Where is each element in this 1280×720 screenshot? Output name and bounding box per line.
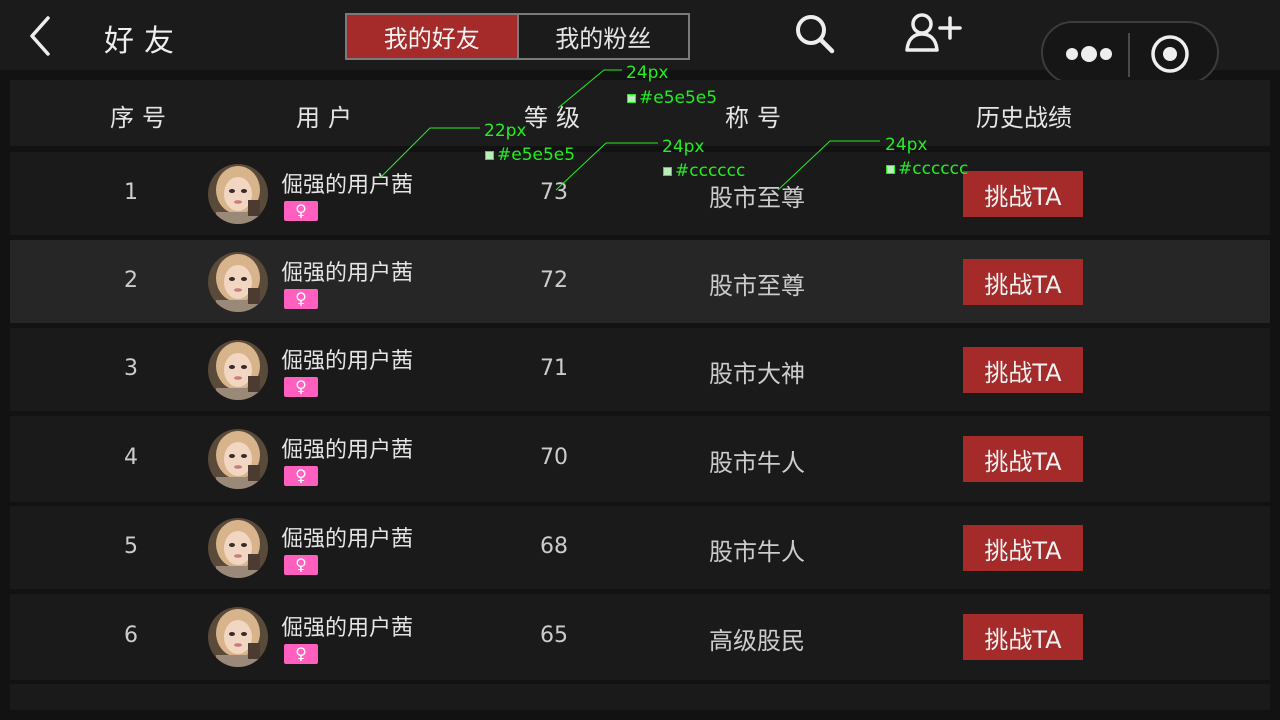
avatar-image xyxy=(208,429,268,489)
user-level: 71 xyxy=(540,356,568,381)
add-friend-button[interactable] xyxy=(904,12,966,54)
color-swatch-icon xyxy=(886,164,895,174)
avatar-image xyxy=(208,252,268,312)
avatar[interactable] xyxy=(208,429,268,489)
row-index: 4 xyxy=(124,445,138,470)
list-footer xyxy=(10,684,1270,710)
female-icon: ♀ xyxy=(284,201,318,221)
challenge-button[interactable]: 挑战TA xyxy=(963,347,1083,393)
color-swatch-icon xyxy=(627,93,636,103)
friend-tabs: 我的好友 我的粉丝 xyxy=(345,13,690,60)
avatar[interactable] xyxy=(208,252,268,312)
annotation-color: #e5e5e5 xyxy=(627,88,717,108)
back-icon xyxy=(30,16,50,56)
row-index: 5 xyxy=(124,534,138,559)
avatar[interactable] xyxy=(208,518,268,578)
header-index: 序号 xyxy=(110,104,174,132)
avatar-image xyxy=(208,607,268,667)
top-bar: 好友 我的好友 我的粉丝 xyxy=(0,0,1280,84)
challenge-button[interactable]: 挑战TA xyxy=(963,259,1083,305)
user-level: 72 xyxy=(540,268,568,293)
user-rank-title: 股市牛人 xyxy=(709,538,805,566)
more-button[interactable] xyxy=(1063,41,1129,67)
target-icon xyxy=(1151,35,1189,73)
user-name[interactable]: 倔强的用户茜 xyxy=(281,167,413,199)
table-row: 1 倔强的用户茜 ♀ 73 股市至尊 挑战TA xyxy=(10,152,1270,235)
female-icon: ♀ xyxy=(284,644,318,664)
avatar-image xyxy=(208,518,268,578)
more-icon xyxy=(1066,46,1112,62)
female-icon: ♀ xyxy=(284,377,318,397)
avatar[interactable] xyxy=(208,607,268,667)
challenge-button[interactable]: 挑战TA xyxy=(963,171,1083,217)
female-icon: ♀ xyxy=(284,289,318,309)
avatar[interactable] xyxy=(208,340,268,400)
annotation-size: 24px xyxy=(885,135,928,155)
tab-my-fans[interactable]: 我的粉丝 xyxy=(519,15,689,58)
user-rank-title: 股市大神 xyxy=(709,360,805,388)
capsule-divider xyxy=(1128,33,1130,77)
color-swatch-icon xyxy=(663,166,672,176)
user-name[interactable]: 倔强的用户茜 xyxy=(281,521,413,553)
back-button[interactable] xyxy=(22,14,62,58)
row-index: 2 xyxy=(124,268,138,293)
row-index: 6 xyxy=(124,623,138,648)
header-level: 等级 xyxy=(524,104,588,132)
header-user: 用户 xyxy=(296,104,360,132)
row-index: 3 xyxy=(124,356,138,381)
user-rank-title: 股市至尊 xyxy=(709,272,805,300)
close-miniprogram-button[interactable] xyxy=(1149,33,1191,75)
annotation-size: 24px xyxy=(626,63,669,83)
user-level: 68 xyxy=(540,534,568,559)
add-user-icon xyxy=(905,13,962,52)
mini-program-capsule xyxy=(1041,21,1219,84)
challenge-button[interactable]: 挑战TA xyxy=(963,436,1083,482)
annotation-color: #cccccc xyxy=(886,159,968,179)
annotation-size: 24px xyxy=(662,137,705,157)
user-name[interactable]: 倔强的用户茜 xyxy=(281,343,413,375)
table-row: 2 倔强的用户茜 ♀ 72 股市至尊 挑战TA xyxy=(10,240,1270,323)
header-title: 称号 xyxy=(725,104,789,132)
annotation-size: 22px xyxy=(484,121,527,141)
user-name[interactable]: 倔强的用户茜 xyxy=(281,610,413,642)
user-name[interactable]: 倔强的用户茜 xyxy=(281,432,413,464)
annotation-color: #cccccc xyxy=(663,161,745,181)
user-level: 70 xyxy=(540,445,568,470)
avatar-image xyxy=(208,164,268,224)
table-row: 6 倔强的用户茜 ♀ 65 高级股民 挑战TA xyxy=(10,594,1270,680)
app-root: 好友 我的好友 我的粉丝 序号 用户 等级 称号 历史战绩 1 倔强的用户茜 ♀… xyxy=(0,0,1280,720)
user-rank-title: 高级股民 xyxy=(709,627,805,655)
search-icon xyxy=(796,15,835,54)
challenge-button[interactable]: 挑战TA xyxy=(963,525,1083,571)
user-name[interactable]: 倔强的用户茜 xyxy=(281,255,413,287)
table-row: 4 倔强的用户茜 ♀ 70 股市牛人 挑战TA xyxy=(10,416,1270,502)
annotation-color: #e5e5e5 xyxy=(485,145,575,165)
user-rank-title: 股市至尊 xyxy=(709,184,805,212)
table-row: 5 倔强的用户茜 ♀ 68 股市牛人 挑战TA xyxy=(10,506,1270,589)
female-icon: ♀ xyxy=(284,466,318,486)
tab-my-friends[interactable]: 我的好友 xyxy=(347,15,519,58)
header-history: 历史战绩 xyxy=(976,104,1072,132)
user-level: 73 xyxy=(540,180,568,205)
row-index: 1 xyxy=(124,180,138,205)
avatar-image xyxy=(208,340,268,400)
avatar[interactable] xyxy=(208,164,268,224)
color-swatch-icon xyxy=(485,150,494,160)
user-level: 65 xyxy=(540,623,568,648)
table-row: 3 倔强的用户茜 ♀ 71 股市大神 挑战TA xyxy=(10,328,1270,411)
page-title: 好友 xyxy=(104,24,184,59)
search-button[interactable] xyxy=(792,12,836,56)
challenge-button[interactable]: 挑战TA xyxy=(963,614,1083,660)
female-icon: ♀ xyxy=(284,555,318,575)
user-rank-title: 股市牛人 xyxy=(709,449,805,477)
